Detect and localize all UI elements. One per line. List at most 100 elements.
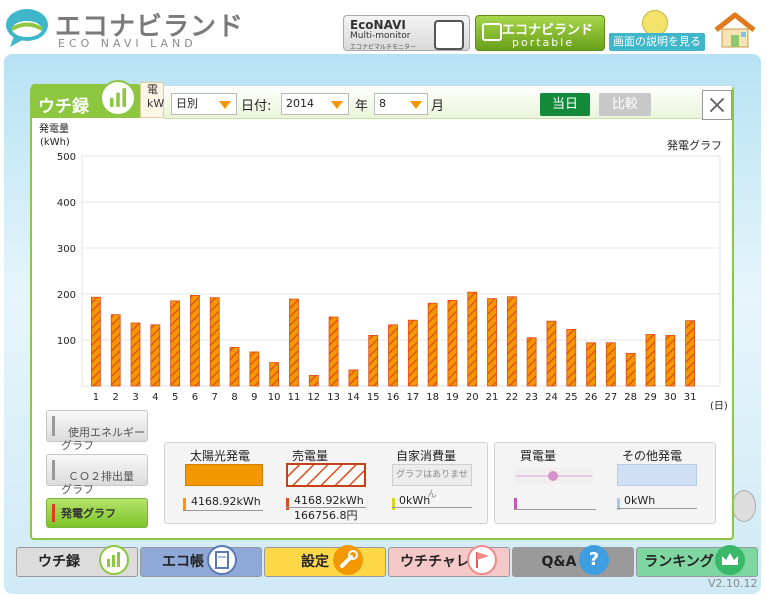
- nav-uchiroku[interactable]: ウチ録: [16, 545, 138, 577]
- solar-value: 4168.92kWh: [191, 495, 261, 508]
- x-tick-label: 13: [327, 392, 340, 403]
- y-tick-label: 200: [57, 290, 76, 301]
- year-select[interactable]: 2014: [281, 93, 349, 115]
- self-consumption-label: 自家消費量: [396, 449, 457, 463]
- solar-swatch: [185, 464, 263, 486]
- close-icon[interactable]: [702, 90, 732, 120]
- panel-title: ウチ録: [38, 97, 89, 117]
- energy-usage-graph-button[interactable]: 使用エネルギー グラフ: [46, 410, 148, 452]
- bar-day-13: [328, 316, 339, 387]
- period-select-value: 日別: [176, 97, 198, 110]
- y-tick-labels: 100 200 300 400 500: [57, 152, 76, 347]
- bar-day-5: [170, 300, 181, 387]
- logo-subtitle: ECO NAVI LAND: [58, 37, 197, 50]
- solar-label: 太陽光発電: [190, 449, 251, 463]
- x-axis-label: (日): [710, 401, 728, 412]
- power-generation-graph-button[interactable]: 発電グラフ: [46, 498, 148, 528]
- portable-line2: portable: [512, 36, 575, 49]
- date-label: 日付:: [241, 99, 272, 114]
- power-generation-graph-label: 発電グラフ: [61, 507, 116, 520]
- sold-marker: [286, 498, 289, 510]
- self-consumption-underline: [392, 507, 472, 508]
- nav-uchi-challenge[interactable]: ウチチャレ: [388, 545, 510, 577]
- monitor-icon: [434, 20, 464, 50]
- bar-day-9: [249, 351, 260, 387]
- nav-ecocho-label: エコ帳: [162, 554, 204, 570]
- x-tick-label: 21: [486, 392, 499, 403]
- bar-day-3: [130, 322, 141, 387]
- x-tick-label: 11: [288, 392, 301, 403]
- nav-settings[interactable]: 設定: [264, 545, 386, 577]
- month-select[interactable]: 8: [374, 93, 428, 115]
- bar-day-24: [546, 320, 557, 387]
- y-tick-label: 300: [57, 244, 76, 255]
- bar-day-8: [229, 346, 240, 387]
- multimonitor-line3: エコナビマルチモニター: [350, 44, 417, 51]
- bar-day-16: [388, 324, 398, 387]
- indicator-bar: [52, 504, 55, 522]
- x-tick-label: 5: [172, 392, 178, 403]
- period-dropdown-arrow-icon: [219, 101, 231, 109]
- bought-label: 買電量: [520, 449, 557, 463]
- x-tick-label: 7: [212, 392, 218, 403]
- bar-day-25: [566, 329, 577, 387]
- nav-ecocho[interactable]: エコ帳: [140, 545, 262, 577]
- nav-qa-label: Q&A: [541, 554, 577, 570]
- x-tick-label: 28: [624, 392, 637, 403]
- nav-uchi-challenge-label: ウチチャレ: [400, 554, 470, 570]
- nav-qa[interactable]: Q&A ?: [512, 545, 634, 577]
- other-generation-label: その他発電: [622, 449, 683, 463]
- solar-marker: [183, 498, 186, 510]
- x-tick-label: 29: [644, 392, 657, 403]
- flag-icon: [467, 545, 497, 575]
- bought-swatch: [514, 468, 594, 484]
- bar-day-22: [506, 296, 517, 387]
- indicator-bar: [52, 460, 55, 480]
- self-consumption-note: グラフはありません: [392, 464, 472, 500]
- portable-button[interactable]: エコナビランド portable: [475, 15, 605, 51]
- bar-day-18: [427, 302, 438, 387]
- question-icon: ?: [579, 545, 609, 575]
- y-tick-label: 100: [57, 336, 76, 347]
- compare-button[interactable]: 比較: [599, 93, 651, 116]
- x-tick-label: 14: [347, 392, 360, 403]
- sold-swatch: [286, 463, 366, 487]
- x-tick-label: 15: [367, 392, 380, 403]
- x-tick-label: 8: [231, 392, 237, 403]
- screen-help-button[interactable]: 画面の説明を見る: [609, 33, 705, 51]
- multimonitor-line1: EcoNAVI: [350, 18, 406, 32]
- other-generation-value: 0kWh: [624, 494, 656, 507]
- co2-emission-graph-button[interactable]: ＣＯ２排出量 グラフ: [46, 454, 148, 496]
- bar-day-11: [289, 298, 299, 387]
- period-select[interactable]: 日別: [171, 93, 237, 115]
- bar-day-6: [190, 294, 200, 387]
- bar-day-14: [348, 369, 359, 387]
- solar-underline: [183, 510, 263, 511]
- crown-icon: [715, 545, 745, 575]
- chart-title: 発電グラフ: [667, 138, 722, 152]
- y-axis-unit: (kWh): [40, 137, 70, 148]
- x-tick-label: 22: [505, 392, 518, 403]
- today-button[interactable]: 当日: [540, 93, 590, 116]
- background-tab-peek[interactable]: 電 kW: [140, 82, 164, 118]
- bar-day-7: [209, 297, 220, 387]
- other-generation-swatch: [617, 464, 697, 486]
- bar-day-21: [487, 298, 497, 387]
- self-consumption-marker: [392, 498, 395, 510]
- bar-chart-icon: [99, 545, 129, 575]
- bar-day-4: [150, 324, 161, 387]
- bought-underline: [514, 509, 596, 510]
- month-dropdown-arrow-icon: [410, 101, 422, 109]
- nav-ranking[interactable]: ランキング: [636, 545, 758, 577]
- multimonitor-button[interactable]: EcoNAVI Multi-monitor エコナビマルチモニター: [343, 15, 470, 51]
- self-consumption-value: 0kWh: [399, 494, 431, 507]
- bar-day-1: [91, 296, 101, 387]
- y-tick-label: 500: [57, 152, 76, 163]
- bar-day-26: [586, 342, 596, 387]
- home-icon[interactable]: [712, 12, 758, 50]
- bar-day-19: [447, 300, 458, 387]
- bar-day-2: [110, 314, 121, 387]
- multimonitor-line2: Multi-monitor: [350, 31, 411, 41]
- x-tick-label: 27: [605, 392, 618, 403]
- x-tick-label: 23: [525, 392, 538, 403]
